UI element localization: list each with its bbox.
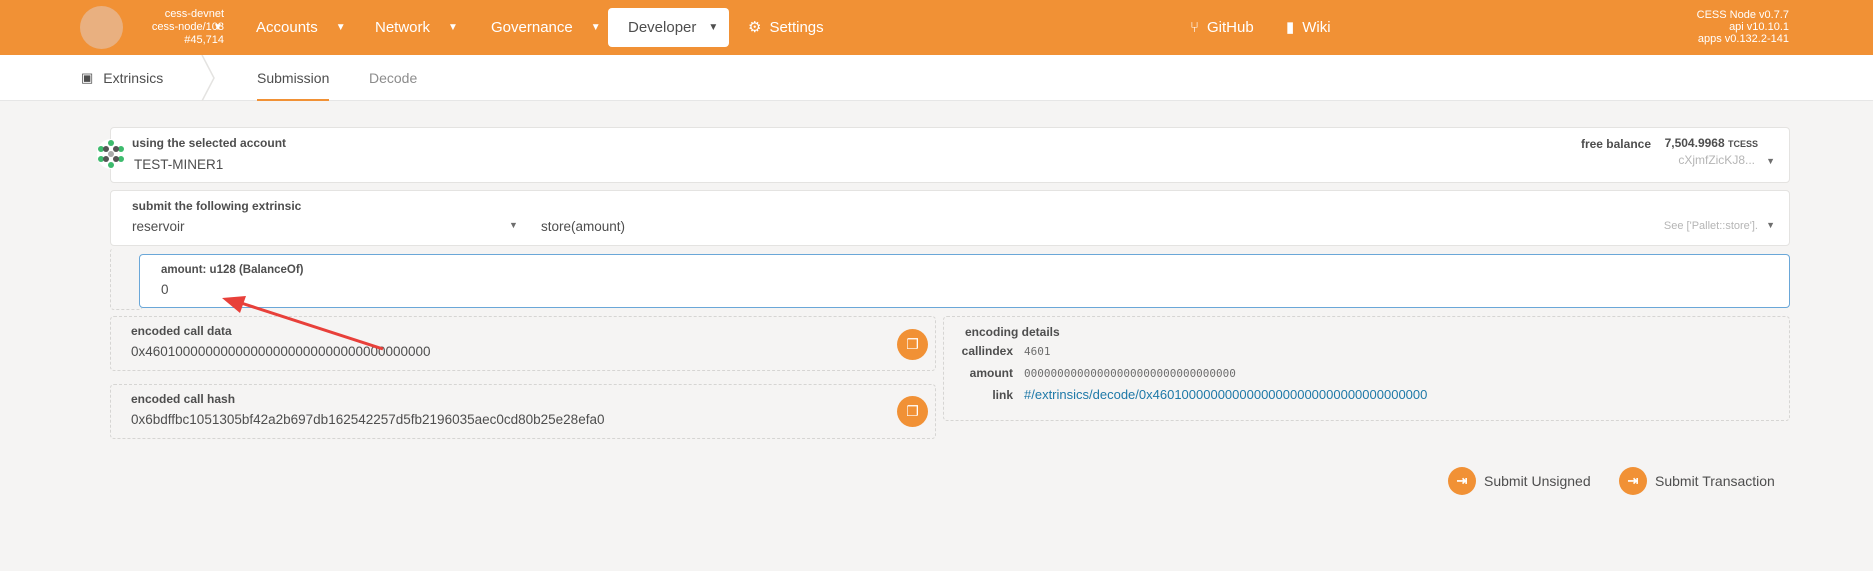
book-icon: ▮ bbox=[1286, 19, 1295, 36]
sub-navigation-bar: ▣ Extrinsics Submission Decode bbox=[0, 55, 1873, 101]
sign-in-icon: ⇥ bbox=[1619, 467, 1647, 495]
submit-unsigned-label: Submit Unsigned bbox=[1484, 473, 1591, 489]
link-key: link bbox=[992, 387, 1013, 402]
amount-field[interactable]: amount: u128 (BalanceOf) 0 bbox=[139, 254, 1790, 308]
account-selector[interactable]: using the selected account TEST-MINER1 f… bbox=[110, 127, 1790, 183]
account-label: using the selected account bbox=[132, 136, 287, 150]
nav-wiki-label: Wiki bbox=[1302, 19, 1331, 36]
call-hash-label: encoded call hash bbox=[131, 392, 236, 406]
submit-transaction-button[interactable]: ⇥ Submit Transaction bbox=[1619, 466, 1775, 496]
call-hash-value: 0x6bdffbc1051305bf42a2b697db162542257d5f… bbox=[131, 412, 605, 427]
nav-developer[interactable]: Developer ▼ bbox=[608, 8, 729, 47]
nav-governance-label: Governance bbox=[491, 19, 573, 36]
submit-transaction-label: Submit Transaction bbox=[1655, 473, 1775, 489]
node-name: cess-node/103 bbox=[151, 21, 224, 33]
caret-down-icon: ▼ bbox=[1766, 220, 1775, 230]
decode-link[interactable]: #/extrinsics/decode/0x460100000000000000… bbox=[1024, 387, 1427, 402]
nav-accounts[interactable]: Accounts ▼ bbox=[256, 15, 346, 41]
caret-down-icon: ▼ bbox=[448, 22, 458, 33]
extrinsics-icon: ▣ bbox=[81, 70, 94, 85]
api-version: api v10.10.1 bbox=[1729, 21, 1789, 33]
account-name: TEST-MINER1 bbox=[134, 157, 224, 172]
chain-selector[interactable]: cess-devnet cess-node/103 #45,714 bbox=[128, 8, 224, 47]
pallet-value: reservoir bbox=[132, 219, 185, 234]
copy-icon[interactable]: ❐ bbox=[897, 329, 928, 360]
caret-down-icon: ▼ bbox=[590, 22, 601, 33]
balance-value: 7,504.9968 bbox=[1664, 136, 1725, 150]
free-balance: 7,504.9968 TCESS bbox=[1665, 136, 1758, 150]
nav-settings-label: Settings bbox=[769, 19, 824, 36]
nav-accounts-label: Accounts bbox=[256, 19, 318, 36]
identicon bbox=[97, 139, 125, 169]
chain-logo-icon[interactable] bbox=[80, 6, 123, 49]
callindex-value: 4601 bbox=[1024, 344, 1051, 358]
balance-unit: TCESS bbox=[1727, 139, 1758, 149]
caret-down-icon[interactable]: ▼ bbox=[213, 22, 223, 33]
callindex-row: callindex 4601 bbox=[944, 344, 1051, 358]
nav-wiki[interactable]: ▮ Wiki bbox=[1286, 15, 1331, 41]
nav-github-label: GitHub bbox=[1207, 19, 1254, 36]
breadcrumb-separator-icon bbox=[201, 55, 215, 101]
method-value: store(amount) bbox=[541, 219, 626, 234]
apps-version: apps v0.132.2-141 bbox=[1697, 33, 1789, 45]
sign-in-icon: ⇥ bbox=[1448, 467, 1476, 495]
gear-icon: ⚙ bbox=[748, 19, 762, 36]
call-data-label: encoded call data bbox=[131, 324, 232, 338]
submit-unsigned-button[interactable]: ⇥ Submit Unsigned bbox=[1448, 466, 1591, 496]
nav-github[interactable]: ⑂ GitHub bbox=[1190, 15, 1254, 41]
nav-network[interactable]: Network ▼ bbox=[375, 15, 458, 41]
nav-governance[interactable]: Governance ▼ bbox=[491, 15, 601, 41]
caret-down-icon: ▼ bbox=[708, 22, 719, 33]
amount-encoded-value: 00000000000000000000000000000000 bbox=[1024, 366, 1236, 380]
amount-key: amount bbox=[969, 366, 1013, 380]
section-title: ▣ Extrinsics bbox=[81, 55, 163, 101]
callindex-key: callindex bbox=[961, 344, 1013, 358]
caret-down-icon: ▼ bbox=[509, 220, 518, 230]
tab-submission[interactable]: Submission bbox=[257, 55, 330, 101]
link-row: link #/extrinsics/decode/0x4601000000000… bbox=[944, 387, 1427, 402]
method-dropdown[interactable]: store(amount) See ['Pallet::store']. ▼ bbox=[541, 211, 1789, 245]
extrinsic-selector: submit the following extrinsic reservoir… bbox=[110, 190, 1790, 246]
nav-network-label: Network bbox=[375, 19, 431, 36]
pallet-dropdown[interactable]: reservoir ▼ bbox=[111, 211, 527, 245]
caret-down-icon: ▼ bbox=[1766, 156, 1775, 166]
encoding-details-label: encoding details bbox=[965, 325, 1060, 339]
node-version: CESS Node v0.7.7 bbox=[1696, 9, 1789, 21]
version-info: CESS Node v0.7.7 api v10.10.1 apps v0.13… bbox=[1697, 9, 1789, 45]
amount-label: amount: u128 (BalanceOf) bbox=[161, 264, 304, 276]
account-address: cXjmfZicKJ8... bbox=[1678, 153, 1755, 167]
github-icon: ⑂ bbox=[1190, 19, 1200, 36]
amount-input-value: 0 bbox=[161, 282, 169, 297]
top-navigation-bar: cess-devnet cess-node/103 #45,714 ▼ Acco… bbox=[0, 0, 1873, 55]
nav-developer-label: Developer bbox=[628, 19, 697, 36]
caret-down-icon: ▼ bbox=[335, 22, 346, 33]
section-title-label: Extrinsics bbox=[103, 70, 164, 86]
amount-row: amount 00000000000000000000000000000000 bbox=[944, 366, 1236, 380]
encoding-details: encoding details callindex 4601 amount 0… bbox=[943, 316, 1790, 421]
call-data-value: 0x46010000000000000000000000000000000000 bbox=[131, 344, 431, 359]
nav-settings[interactable]: ⚙ Settings bbox=[748, 15, 824, 41]
block-number: #45,714 bbox=[184, 34, 224, 46]
chain-name: cess-devnet bbox=[164, 8, 224, 20]
free-balance-label: free balance bbox=[1580, 137, 1651, 151]
encoded-call-data: encoded call data 0x46010000000000000000… bbox=[110, 316, 936, 371]
tab-decode[interactable]: Decode bbox=[369, 55, 417, 101]
encoded-call-hash: encoded call hash 0x6bdffbc1051305bf42a2… bbox=[110, 384, 936, 439]
copy-icon[interactable]: ❐ bbox=[897, 396, 928, 427]
method-doc: See ['Pallet::store']. bbox=[1663, 220, 1758, 232]
